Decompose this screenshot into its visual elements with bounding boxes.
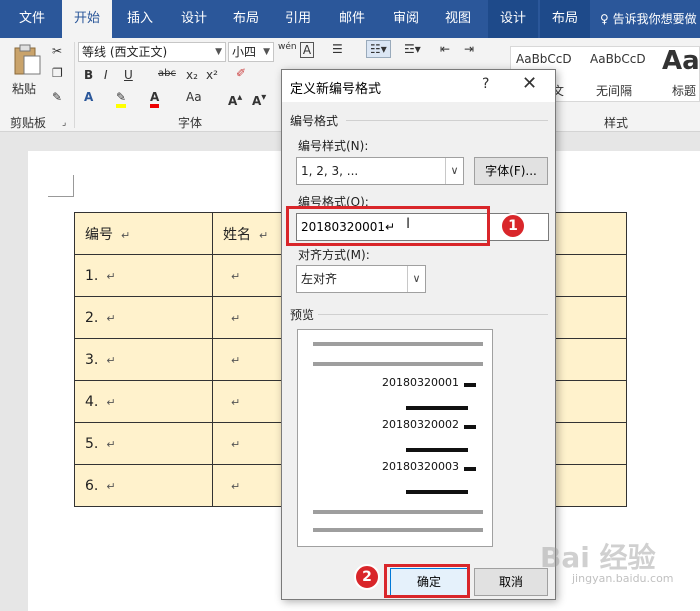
cut-icon[interactable]: ✂ [52,44,62,58]
group-separator [74,42,75,128]
lightbulb-icon: ♀ [600,12,609,26]
underline-button[interactable]: U [124,68,133,82]
paste-button[interactable] [12,44,42,84]
highlight-box-format [286,206,490,246]
ribbon-tab-bar: 文件 开始 插入 设计 布局 引用 邮件 审阅 视图 设计 布局 ♀ 告诉我你想… [0,0,700,38]
watermark-url: jingyan.baidu.com [572,572,674,585]
preview-dark-line [464,383,476,387]
copy-icon[interactable]: ❐ [52,66,63,80]
multilevel-list-icon[interactable]: ☲▾ [404,42,421,56]
bullets-icon[interactable]: ☰ [332,42,343,56]
preview-dark-line [406,490,468,494]
change-case-icon[interactable]: Aa [186,90,202,104]
step-badge-1: 1 [500,213,526,239]
strikethrough-button[interactable]: abc [158,68,176,79]
preview-line [313,342,483,346]
cancel-button[interactable]: 取消 [474,568,548,596]
preview-number: 20180320002 [382,418,459,431]
bold-button[interactable]: B [84,68,93,82]
superscript-button[interactable]: x² [206,68,218,82]
numbering-icon[interactable]: ☷▾ [366,40,391,58]
table-row[interactable]: 3. ↵ [74,338,213,381]
format-painter-icon[interactable]: ✎ [52,90,62,104]
subscript-button[interactable]: x₂ [186,68,198,82]
preview-dark-line [464,425,476,429]
group-divider [318,314,548,315]
table-row[interactable]: 2. ↵ [74,296,213,339]
grow-font-icon[interactable]: A▴ [228,92,242,108]
preview-number: 20180320001 [382,376,459,389]
table-row[interactable]: 1. ↵ [74,254,213,297]
tab-file[interactable]: 文件 [8,0,56,38]
font-button[interactable]: 字体(F)... [474,157,548,185]
close-icon[interactable]: ✕ [522,73,537,94]
tell-me-box[interactable]: ♀ 告诉我你想要做 [600,0,700,38]
baidu-watermark: Bai 经验 [540,541,656,574]
step-badge-2: 2 [354,564,380,590]
style-heading-name: 标题 [672,84,697,98]
increase-indent-icon[interactable]: ⇥ [464,42,474,56]
tab-table-design[interactable]: 设计 [488,0,538,38]
dialog-title: 定义新编号格式 [290,82,382,97]
highlight-box-ok [384,564,470,598]
font-color-icon[interactable]: A [150,90,160,108]
chevron-down-icon: ▼ [215,47,222,57]
preview-dark-line [406,406,468,410]
group-divider [346,120,548,121]
number-format-group-label: 编号格式 [290,114,339,128]
table-row[interactable]: 5. ↵ [74,422,213,465]
preview-line [313,362,483,366]
preview-dark-line [464,467,476,471]
number-style-label: 编号样式(N): [298,139,369,153]
styles-group-label: 样式 [604,116,629,130]
preview-line [313,528,483,532]
character-border-button[interactable]: A [300,42,314,58]
number-style-combo[interactable]: 1, 2, 3, ... ∨ [296,157,464,185]
style-heading-preview[interactable]: AaB [662,46,700,76]
highlight-icon[interactable]: ✎ [116,90,127,108]
table-header-cell[interactable]: 编号 ↵ [74,212,213,255]
table-row[interactable]: 6. ↵ [74,464,213,507]
decrease-indent-icon[interactable]: ⇤ [440,42,450,56]
font-name-combo[interactable]: 等线 (西文正文) ▼ [78,42,226,62]
paste-label[interactable]: 粘贴 [12,80,36,97]
preview-line [313,510,483,514]
dialog-titlebar[interactable]: 定义新编号格式 ? ✕ [282,70,555,102]
tab-design[interactable]: 设计 [170,0,218,38]
tab-home[interactable]: 开始 [62,0,112,38]
dialog-launcher-icon[interactable]: ⌟ [62,118,66,128]
shrink-font-icon[interactable]: A▾ [252,92,266,108]
alignment-label: 对齐方式(M): [298,248,370,262]
preview-label: 预览 [290,308,315,322]
format-preview-box: 20180320001 20180320002 20180320003 [297,329,493,547]
chevron-down-icon: ▼ [263,47,270,57]
style-nospacing-preview[interactable]: AaBbCcD [590,52,646,66]
tab-mailings[interactable]: 邮件 [328,0,376,38]
clipboard-icon [14,44,41,75]
tab-view[interactable]: 视图 [434,0,482,38]
style-nospacing-name: 无间隔 [596,84,633,98]
tab-insert[interactable]: 插入 [116,0,164,38]
help-button[interactable]: ? [482,76,489,92]
chevron-down-icon[interactable]: ∨ [445,158,463,184]
font-size-combo[interactable]: 小四 ▼ [228,42,274,62]
style-normal-preview[interactable]: AaBbCcD [516,52,572,66]
chevron-down-icon[interactable]: ∨ [407,266,425,292]
tab-review[interactable]: 审阅 [382,0,430,38]
table-row[interactable]: 4. ↵ [74,380,213,423]
tab-table-layout[interactable]: 布局 [540,0,590,38]
text-effects-icon[interactable]: A [84,90,93,104]
define-number-format-dialog[interactable]: 定义新编号格式 ? ✕ 编号格式 编号样式(N): 1, 2, 3, ... ∨… [281,69,556,600]
tab-references[interactable]: 引用 [274,0,322,38]
clipboard-group-label: 剪贴板 [10,116,47,130]
phonetic-guide-button[interactable]: wén [278,42,297,52]
italic-button[interactable]: I [104,68,108,82]
tab-layout[interactable]: 布局 [222,0,270,38]
margin-corner-mark [48,175,74,197]
clear-formatting-icon[interactable]: ✐ [236,66,246,80]
alignment-combo[interactable]: 左对齐 ∨ [296,265,426,293]
preview-number: 20180320003 [382,460,459,473]
preview-dark-line [406,448,468,452]
font-group-label: 字体 [178,116,203,130]
